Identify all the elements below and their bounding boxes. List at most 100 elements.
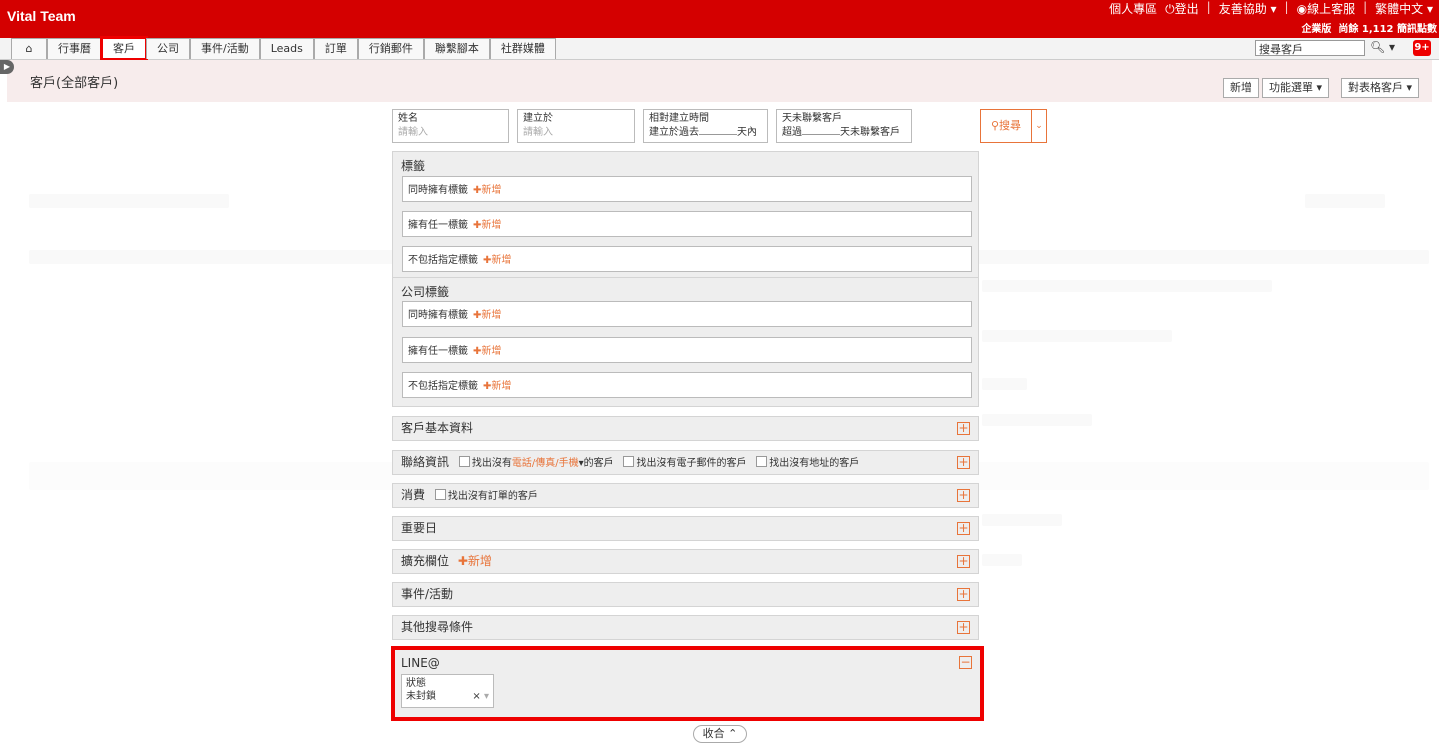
- checkbox[interactable]: [434, 489, 446, 500]
- tab-leads[interactable]: Leads: [259, 38, 314, 59]
- expand-icon[interactable]: +: [957, 522, 970, 535]
- tag-row-label: 同時擁有標籤: [408, 185, 468, 196]
- home-tab[interactable]: ⌂: [11, 38, 47, 59]
- add-tag-link[interactable]: ✚新增: [473, 310, 501, 321]
- no-orders-option[interactable]: 找出沒有訂單的客戶: [429, 489, 538, 502]
- no-contact-filter[interactable]: 天未聯繫客戶 超過 天未聯繫客戶: [776, 109, 912, 143]
- search-button-label: 搜尋: [999, 119, 1022, 132]
- expand-icon[interactable]: +: [957, 555, 970, 568]
- company-tag-input-exclude[interactable]: 不包括指定標籤 ✚新增: [402, 372, 972, 398]
- expand-icon[interactable]: +: [957, 588, 970, 601]
- app-title: Vital Team: [7, 8, 76, 24]
- expand-icon[interactable]: +: [957, 621, 970, 634]
- add-field-label: 新增: [467, 554, 492, 568]
- tab-company[interactable]: 公司: [146, 38, 190, 59]
- no-email-option[interactable]: 找出沒有電子郵件的客戶: [617, 456, 746, 469]
- tab-customers[interactable]: 客戶: [100, 36, 148, 61]
- personal-area-link[interactable]: 個人專區: [1109, 0, 1157, 17]
- option-text: 的客戶: [583, 458, 614, 469]
- line-section-highlight: LINE@ − 狀態 未封鎖 × ▾: [391, 646, 984, 721]
- extended-fields-section[interactable]: 擴充欄位 ✚新增 +: [392, 549, 979, 574]
- checkbox[interactable]: [623, 456, 635, 467]
- function-menu-button[interactable]: 功能選單 ▾: [1262, 78, 1330, 98]
- chevron-up-icon: ⌃: [728, 727, 738, 740]
- search-icon[interactable]: 🔍︎ ▾: [1370, 40, 1395, 54]
- name-filter[interactable]: 姓名 請輸入: [392, 109, 509, 143]
- separator: |: [1284, 0, 1289, 14]
- tag-row-label: 擁有任一標籤: [408, 220, 468, 231]
- company-tag-input-all[interactable]: 同時擁有標籤 ✚新增: [402, 301, 972, 327]
- important-date-section[interactable]: 重要日 +: [392, 516, 979, 541]
- tab-events[interactable]: 事件/活動: [190, 38, 260, 59]
- events-section[interactable]: 事件/活動 +: [392, 582, 979, 607]
- add-tag-link[interactable]: ✚新增: [473, 220, 501, 231]
- home-icon: ⌂: [25, 42, 33, 55]
- function-menu-label: 功能選單: [1269, 81, 1313, 94]
- search-dropdown-icon[interactable]: ⌄: [1032, 110, 1046, 142]
- sms-balance: 尚餘 1,112 簡訊點數: [1338, 24, 1437, 35]
- days-input[interactable]: [699, 134, 737, 135]
- add-tag-label: 新增: [481, 310, 502, 321]
- consumption-section[interactable]: 消費 找出沒有訂單的客戶 +: [392, 483, 979, 508]
- support-label: 線上客服: [1307, 2, 1356, 16]
- clear-dropdown-icons[interactable]: × ▾: [472, 690, 489, 703]
- search-button[interactable]: ⚲搜尋: [981, 110, 1032, 142]
- notification-badge[interactable]: 9+: [1413, 40, 1431, 56]
- section-title: 事件/活動: [401, 587, 454, 601]
- tag-input-exclude[interactable]: 不包括指定標籤 ✚新增: [402, 246, 972, 272]
- tab-orders[interactable]: 訂單: [313, 38, 358, 59]
- section-title: 消費: [401, 488, 426, 502]
- support-link[interactable]: ◉線上客服: [1297, 0, 1356, 17]
- language-selector[interactable]: 繁體中文 ▾: [1375, 0, 1433, 17]
- add-tag-label: 新增: [481, 346, 502, 357]
- sidebar-toggle-icon[interactable]: ▶: [0, 60, 14, 74]
- collapse-button[interactable]: 收合 ⌃: [693, 725, 747, 743]
- relative-created-prefix: 建立於過去: [649, 127, 699, 138]
- expand-icon[interactable]: +: [957, 422, 970, 435]
- no-address-option[interactable]: 找出沒有地址的客戶: [750, 456, 860, 469]
- tag-input-all[interactable]: 同時擁有標籤 ✚新增: [402, 176, 972, 202]
- add-tag-link[interactable]: ✚新增: [483, 255, 511, 266]
- line-section: LINE@ − 狀態 未封鎖 × ▾: [395, 650, 980, 717]
- no-contact-days-input[interactable]: [802, 134, 840, 135]
- tab-marketing-email[interactable]: 行銷郵件: [357, 38, 424, 59]
- checkbox[interactable]: [458, 456, 470, 467]
- checkbox[interactable]: [756, 456, 768, 467]
- tab-social-media[interactable]: 社群媒體: [489, 38, 556, 59]
- tag-input-any[interactable]: 擁有任一標籤 ✚新增: [402, 211, 972, 237]
- add-tag-link[interactable]: ✚新增: [473, 185, 501, 196]
- option-text: 找出沒有地址的客戶: [769, 458, 860, 469]
- customer-search-input[interactable]: 搜尋客戶: [1255, 40, 1365, 56]
- status-value: 未封鎖: [406, 691, 436, 702]
- search-button-group: ⚲搜尋 ⌄: [980, 109, 1047, 143]
- created-at-filter[interactable]: 建立於 請輸入: [517, 109, 635, 143]
- status-select[interactable]: 狀態 未封鎖 × ▾: [401, 674, 494, 708]
- table-customers-button[interactable]: 對表格客戶 ▾: [1341, 78, 1420, 98]
- collapse-icon[interactable]: −: [959, 656, 972, 669]
- add-tag-label: 新增: [481, 220, 502, 231]
- tag-row-label: 擁有任一標籤: [408, 346, 468, 357]
- contact-info-section[interactable]: 聯絡資訊 找出沒有電話/傳真/手機▾的客戶 找出沒有電子郵件的客戶 找出沒有地址…: [392, 450, 979, 475]
- add-tag-link[interactable]: ✚新增: [483, 381, 511, 392]
- no-phone-option[interactable]: 找出沒有電話/傳真/手機▾的客戶: [453, 456, 614, 469]
- add-button[interactable]: 新增: [1223, 78, 1259, 98]
- option-text: 找出沒有: [471, 458, 512, 469]
- section-title: 其他搜尋條件: [401, 620, 474, 634]
- basic-info-section[interactable]: 客戶基本資料 +: [392, 416, 979, 441]
- company-tag-input-any[interactable]: 擁有任一標籤 ✚新增: [402, 337, 972, 363]
- accessibility-link[interactable]: 友善協助 ▾: [1219, 0, 1277, 17]
- expand-icon[interactable]: +: [957, 456, 970, 469]
- add-field-link[interactable]: ✚新增: [458, 554, 492, 568]
- relative-created-filter[interactable]: 相對建立時間 建立於過去 天內: [643, 109, 768, 143]
- tab-contact-scripts[interactable]: 聯繫腳本: [423, 38, 490, 59]
- logout-link[interactable]: ⏻登出: [1165, 0, 1199, 17]
- expand-icon[interactable]: +: [957, 489, 970, 502]
- add-tag-link[interactable]: ✚新增: [473, 346, 501, 357]
- option-text: 找出沒有訂單的客戶: [447, 491, 538, 502]
- option-highlight: 電話/傳真/手機: [511, 458, 579, 469]
- tags-title: 標籤: [401, 159, 426, 173]
- other-criteria-section[interactable]: 其他搜尋條件 +: [392, 615, 979, 640]
- add-tag-label: 新增: [491, 255, 512, 266]
- separator: |: [1363, 0, 1368, 14]
- tab-calendar[interactable]: 行事曆: [47, 38, 102, 59]
